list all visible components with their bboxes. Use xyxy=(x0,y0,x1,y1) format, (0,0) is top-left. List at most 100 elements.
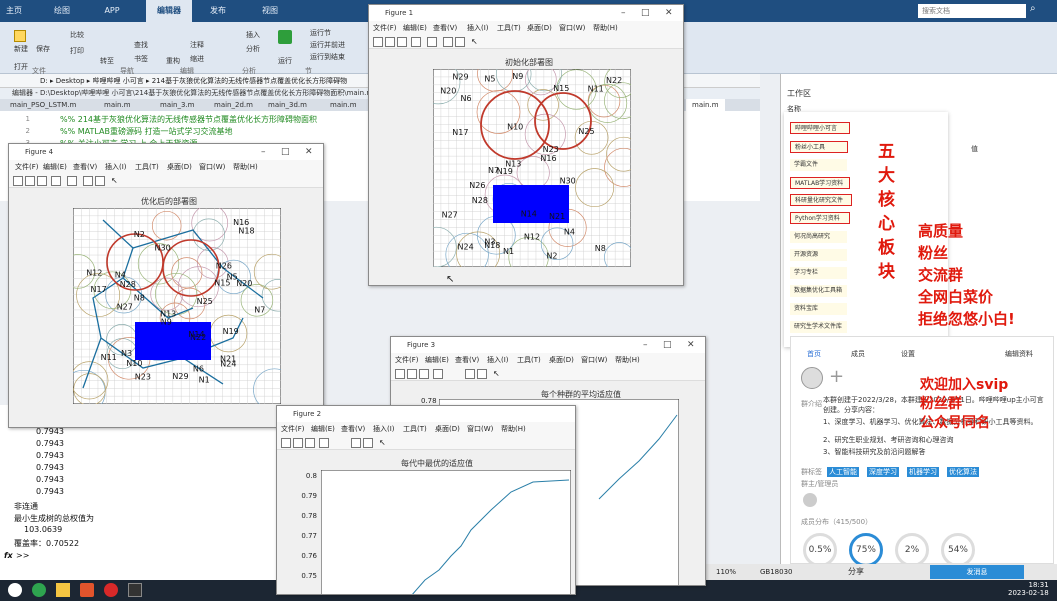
tab-editor[interactable]: 编辑器 xyxy=(146,0,192,22)
open-icon[interactable] xyxy=(385,37,395,47)
analyze-button[interactable]: 分析 xyxy=(246,44,260,54)
close-icon[interactable]: ✕ xyxy=(665,5,673,21)
menu-view[interactable]: 查看(V) xyxy=(73,160,97,174)
menu-view[interactable]: 查看(V) xyxy=(341,422,365,436)
minimize-icon[interactable]: – xyxy=(643,337,648,353)
tab-apps[interactable]: APP xyxy=(96,0,128,22)
matlab-icon[interactable] xyxy=(80,583,94,597)
folder-item[interactable]: MATLAB学习资料 xyxy=(790,177,850,189)
pointer-icon[interactable]: ↖ xyxy=(379,438,389,448)
maximize-icon[interactable]: □ xyxy=(663,337,672,353)
app-icon[interactable] xyxy=(128,583,142,597)
folder-item[interactable]: 学霸文件 xyxy=(790,159,847,171)
menu-view[interactable]: 查看(V) xyxy=(433,21,457,35)
new-button[interactable]: 新建 xyxy=(14,44,28,54)
figure-titlebar[interactable]: Figure 3 xyxy=(391,337,705,353)
menu-edit[interactable]: 编辑(E) xyxy=(311,422,335,436)
comment-button[interactable]: 注释 xyxy=(190,40,204,50)
print-icon[interactable] xyxy=(411,37,421,47)
menu-desktop[interactable]: 桌面(D) xyxy=(527,21,552,35)
menu-help[interactable]: 帮助(H) xyxy=(233,160,258,174)
figure-titlebar[interactable]: Figure 1 xyxy=(369,5,683,21)
open-button[interactable]: 打开 xyxy=(14,62,28,72)
print-icon[interactable] xyxy=(433,369,443,379)
colorbar-icon[interactable] xyxy=(351,438,361,448)
legend-icon[interactable] xyxy=(363,438,373,448)
folder-item[interactable]: 资料宝库 xyxy=(790,303,847,315)
save-icon[interactable] xyxy=(397,37,407,47)
menu-file[interactable]: 文件(F) xyxy=(373,21,397,35)
tab-view[interactable]: 视图 xyxy=(252,0,288,22)
new-figure-icon[interactable] xyxy=(373,37,383,47)
tab-home[interactable]: 主页 xyxy=(0,0,28,22)
folder-item[interactable]: 哔哩哔哩小可言 xyxy=(790,122,850,134)
tab-publish[interactable]: 发布 xyxy=(200,0,236,22)
menu-insert[interactable]: 插入(I) xyxy=(105,160,127,174)
menu-edit[interactable]: 编辑(E) xyxy=(425,353,449,367)
folder-item[interactable]: 研究生学术文件库 xyxy=(790,321,847,333)
open-icon[interactable] xyxy=(293,438,303,448)
search-icon[interactable]: ⌕ xyxy=(1030,3,1044,17)
minimize-icon[interactable]: – xyxy=(261,144,266,160)
tab-plots[interactable]: 绘图 xyxy=(46,0,78,22)
legend-icon[interactable] xyxy=(477,369,487,379)
menu-help[interactable]: 帮助(H) xyxy=(615,353,640,367)
menu-tools[interactable]: 工具(T) xyxy=(517,353,541,367)
folder-item[interactable]: 学习专栏 xyxy=(790,267,847,279)
editor-tab[interactable]: main_2d.m xyxy=(214,99,253,111)
group-tab-members[interactable]: 成员 xyxy=(851,349,865,359)
colorbar-icon[interactable] xyxy=(465,369,475,379)
menu-edit[interactable]: 编辑(E) xyxy=(43,160,67,174)
menu-tools[interactable]: 工具(T) xyxy=(403,422,427,436)
print-button[interactable]: 打印 xyxy=(70,46,84,56)
print-icon[interactable] xyxy=(51,176,61,186)
open-icon[interactable] xyxy=(25,176,35,186)
owner-avatar[interactable] xyxy=(803,493,817,507)
run-section-button[interactable]: 运行节 xyxy=(310,28,331,38)
menu-window[interactable]: 窗口(W) xyxy=(199,160,225,174)
folder-item[interactable]: 开源资源 xyxy=(790,249,847,261)
avatar[interactable] xyxy=(801,367,823,389)
maximize-icon[interactable]: □ xyxy=(281,144,290,160)
menu-window[interactable]: 窗口(W) xyxy=(467,422,493,436)
minimize-icon[interactable]: – xyxy=(621,5,626,21)
menu-desktop[interactable]: 桌面(D) xyxy=(549,353,574,367)
explorer-icon[interactable] xyxy=(56,583,70,597)
figure-titlebar[interactable]: Figure 4 xyxy=(9,144,323,160)
save-icon[interactable] xyxy=(419,369,429,379)
find-button[interactable]: 查找 xyxy=(134,40,148,50)
new-figure-icon[interactable] xyxy=(13,176,23,186)
close-icon[interactable]: ✕ xyxy=(687,337,695,353)
colorbar-icon[interactable] xyxy=(443,37,453,47)
group-tab-settings[interactable]: 设置 xyxy=(901,349,915,359)
folder-item[interactable]: Python学习资料 xyxy=(790,212,850,224)
new-figure-icon[interactable] xyxy=(281,438,291,448)
menu-insert[interactable]: 插入(I) xyxy=(467,21,489,35)
folder-item[interactable]: 粉丝小工具 xyxy=(790,141,848,153)
print-icon[interactable] xyxy=(319,438,329,448)
colorbar-icon[interactable] xyxy=(83,176,93,186)
figure-2-window[interactable]: Figure 2 文件(F) 编辑(E) 查看(V) 插入(I) 工具(T) 桌… xyxy=(276,405,576,595)
initial-deployment-plot[interactable]: N1 N2N3N4N5N6N7N8N9N10N11N12N13N14N15N16N… xyxy=(433,69,631,267)
link-icon[interactable] xyxy=(67,176,77,186)
goto-button[interactable]: 转至 xyxy=(100,56,114,66)
editor-tab[interactable]: main.m xyxy=(104,99,131,111)
folder-item[interactable]: 数据集优化工具箱 xyxy=(790,285,847,297)
menu-window[interactable]: 窗口(W) xyxy=(581,353,607,367)
legend-icon[interactable] xyxy=(455,37,465,47)
figure-titlebar[interactable]: Figure 2 xyxy=(277,406,575,422)
menu-file[interactable]: 文件(F) xyxy=(281,422,305,436)
run-to-end-button[interactable]: 运行到结束 xyxy=(310,52,345,62)
menu-window[interactable]: 窗口(W) xyxy=(559,21,585,35)
open-icon[interactable] xyxy=(407,369,417,379)
figure-4-window[interactable]: Figure 4 – □ ✕ 文件(F) 编辑(E) 查看(V) 插入(I) 工… xyxy=(8,143,324,428)
menu-insert[interactable]: 插入(I) xyxy=(487,353,509,367)
legend-icon[interactable] xyxy=(95,176,105,186)
send-message-button[interactable]: 发消息 xyxy=(930,565,1024,579)
best-fitness-plot[interactable] xyxy=(321,470,571,595)
indent-button[interactable]: 缩进 xyxy=(190,54,204,64)
group-tab-home[interactable]: 首页 xyxy=(807,349,821,359)
group-tag[interactable]: 机器学习 xyxy=(907,467,939,477)
bookmark-button[interactable]: 书签 xyxy=(134,54,148,64)
group-tag[interactable]: 人工智能 xyxy=(827,467,859,477)
